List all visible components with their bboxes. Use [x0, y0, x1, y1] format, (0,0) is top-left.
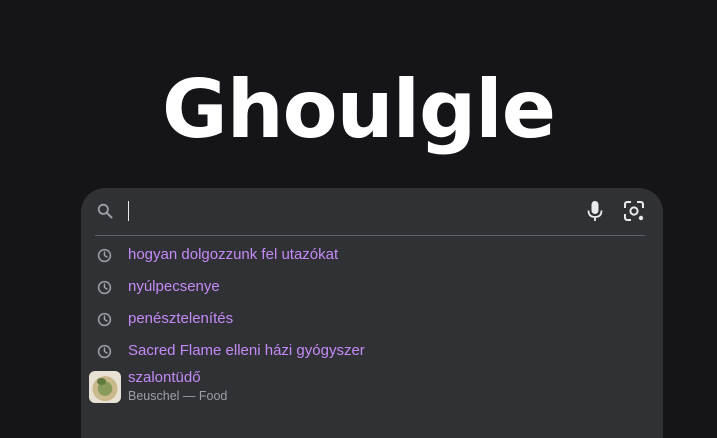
rich-suggestion-subtitle: Beuschel — Food — [128, 389, 228, 403]
text-cursor — [128, 201, 129, 221]
search-divider — [95, 235, 645, 236]
suggestion-item[interactable]: Sacred Flame elleni házi gyógyszer — [81, 335, 663, 367]
rich-suggestion-title: szalontüdő — [128, 369, 201, 386]
history-clock-icon — [97, 312, 112, 327]
suggestion-item[interactable]: hogyan dolgozzunk fel utazókat — [81, 239, 663, 271]
camera-lens-icon[interactable] — [623, 200, 645, 222]
microphone-icon[interactable] — [584, 199, 606, 223]
suggestion-text: Sacred Flame elleni házi gyógyszer — [128, 342, 365, 359]
search-bar[interactable] — [81, 188, 663, 234]
suggestion-text: nyúlpecsenye — [128, 278, 220, 295]
search-icon — [97, 203, 113, 219]
history-clock-icon — [97, 248, 112, 263]
suggestion-item[interactable]: penésztelenítés — [81, 303, 663, 335]
history-clock-icon — [97, 344, 112, 359]
suggestion-item[interactable]: nyúlpecsenye — [81, 271, 663, 303]
search-panel: hogyan dolgozzunk fel utazókat nyúlpecse… — [81, 188, 663, 438]
history-clock-icon — [97, 280, 112, 295]
site-logo: Ghoulgle — [162, 63, 556, 156]
suggestion-text: hogyan dolgozzunk fel utazókat — [128, 246, 339, 263]
food-thumbnail-image — [89, 371, 121, 403]
search-input[interactable] — [131, 196, 571, 226]
suggestion-list: hogyan dolgozzunk fel utazókat nyúlpecse… — [81, 239, 663, 407]
rich-suggestion-item[interactable]: szalontüdő Beuschel — Food — [81, 367, 663, 407]
suggestion-text: penésztelenítés — [128, 310, 234, 327]
